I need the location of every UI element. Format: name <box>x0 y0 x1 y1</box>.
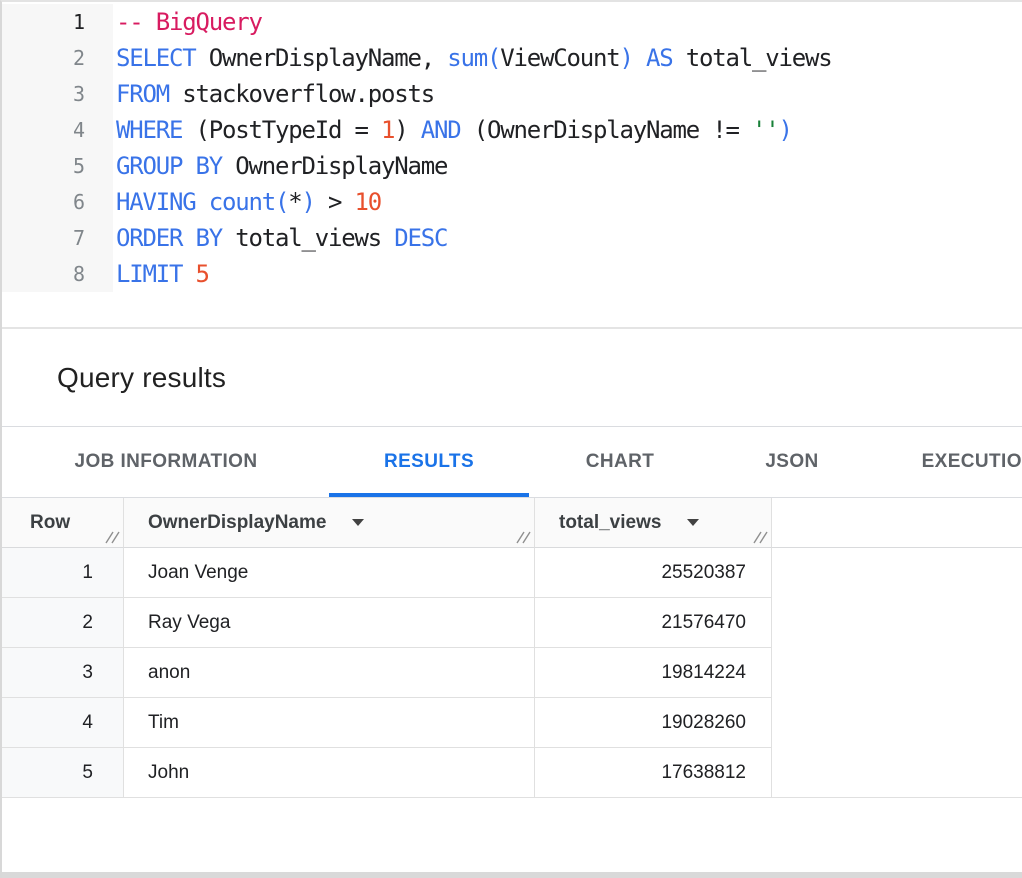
query-results-title: Query results <box>57 362 226 394</box>
line-number: 4 <box>2 112 113 148</box>
column-label: Row <box>30 512 70 534</box>
cell-owner-display-name: John <box>124 748 535 798</box>
sort-dropdown-icon[interactable] <box>352 519 364 526</box>
column-header-row[interactable]: Row <box>2 498 124 548</box>
cell-row-number: 3 <box>2 648 124 698</box>
line-number: 7 <box>2 220 113 256</box>
editor-lines: 1-- BigQuery2SELECT OwnerDisplayName, su… <box>2 4 1022 292</box>
code-line[interactable]: 7ORDER BY total_views DESC <box>2 220 1022 256</box>
cell-empty <box>772 548 1022 598</box>
tab-job-information[interactable]: JOB INFORMATION <box>28 427 304 497</box>
bigquery-panel: 1-- BigQuery2SELECT OwnerDisplayName, su… <box>0 0 1022 878</box>
line-number: 2 <box>2 40 113 76</box>
tab-chart[interactable]: CHART <box>529 427 711 497</box>
cell-empty <box>772 648 1022 698</box>
code-text: HAVING count(*) > 10 <box>113 184 381 220</box>
code-line[interactable]: 1-- BigQuery <box>2 4 1022 40</box>
column-label: total_views <box>559 512 661 534</box>
column-header-owner-display-name[interactable]: OwnerDisplayName <box>124 498 535 548</box>
table-header-row: Row OwnerDisplayName total_views <box>2 498 1022 548</box>
code-line[interactable]: 2SELECT OwnerDisplayName, sum(ViewCount)… <box>2 40 1022 76</box>
table-body: 1Joan Venge255203872Ray Vega215764703ano… <box>2 548 1022 798</box>
code-line[interactable]: 5GROUP BY OwnerDisplayName <box>2 148 1022 184</box>
code-text: FROM stackoverflow.posts <box>113 76 434 112</box>
code-text: SELECT OwnerDisplayName, sum(ViewCount) … <box>113 40 832 76</box>
sort-dropdown-icon[interactable] <box>687 519 699 526</box>
line-number: 1 <box>2 4 113 40</box>
cell-owner-display-name: Ray Vega <box>124 598 535 648</box>
cell-row-number: 1 <box>2 548 124 598</box>
cell-empty <box>772 698 1022 748</box>
code-text: ORDER BY total_views DESC <box>113 220 447 256</box>
cell-total-views: 19028260 <box>535 698 772 748</box>
cell-empty <box>772 598 1022 648</box>
column-resize-handle[interactable] <box>752 530 768 544</box>
table-row: 2Ray Vega21576470 <box>2 598 1022 648</box>
table-row: 1Joan Venge25520387 <box>2 548 1022 598</box>
cell-empty <box>772 748 1022 798</box>
column-header-total-views[interactable]: total_views <box>535 498 772 548</box>
sql-editor[interactable]: 1-- BigQuery2SELECT OwnerDisplayName, su… <box>2 2 1022 329</box>
column-resize-handle[interactable] <box>515 530 531 544</box>
cell-row-number: 4 <box>2 698 124 748</box>
cell-owner-display-name: Joan Venge <box>124 548 535 598</box>
code-text: -- BigQuery <box>113 4 262 40</box>
tab-execution-details[interactable]: EXECUTION DETAILS <box>873 427 1022 497</box>
table-row: 5John17638812 <box>2 748 1022 798</box>
panel-bottom-edge <box>2 872 1022 878</box>
code-text: LIMIT 5 <box>113 256 209 292</box>
tab-results[interactable]: RESULTS <box>329 427 529 497</box>
code-line[interactable]: 3FROM stackoverflow.posts <box>2 76 1022 112</box>
results-table: Row OwnerDisplayName total_views 1Joan Ven… <box>2 498 1022 798</box>
code-text: GROUP BY OwnerDisplayName <box>113 148 447 184</box>
line-number: 6 <box>2 184 113 220</box>
cell-owner-display-name: anon <box>124 648 535 698</box>
cell-total-views: 17638812 <box>535 748 772 798</box>
column-header-empty <box>772 498 1022 548</box>
cell-owner-display-name: Tim <box>124 698 535 748</box>
table-row: 3anon19814224 <box>2 648 1022 698</box>
table-row: 4Tim19028260 <box>2 698 1022 748</box>
line-number: 5 <box>2 148 113 184</box>
line-number: 8 <box>2 256 113 292</box>
column-label: OwnerDisplayName <box>148 512 326 534</box>
code-line[interactable]: 8LIMIT 5 <box>2 256 1022 292</box>
cell-row-number: 2 <box>2 598 124 648</box>
code-line[interactable]: 6HAVING count(*) > 10 <box>2 184 1022 220</box>
tab-bar: JOB INFORMATION RESULTSCHARTJSONEXECUTION… <box>2 427 1022 498</box>
tab-json[interactable]: JSON <box>711 427 873 497</box>
query-results-section: Query results <box>2 329 1022 427</box>
code-text: WHERE (PostTypeId = 1) AND (OwnerDisplay… <box>113 112 792 148</box>
code-line[interactable]: 4WHERE (PostTypeId = 1) AND (OwnerDispla… <box>2 112 1022 148</box>
cell-total-views: 19814224 <box>535 648 772 698</box>
cell-total-views: 25520387 <box>535 548 772 598</box>
cell-row-number: 5 <box>2 748 124 798</box>
column-resize-handle[interactable] <box>104 530 120 544</box>
line-number: 3 <box>2 76 113 112</box>
cell-total-views: 21576470 <box>535 598 772 648</box>
empty-area <box>2 798 1022 864</box>
